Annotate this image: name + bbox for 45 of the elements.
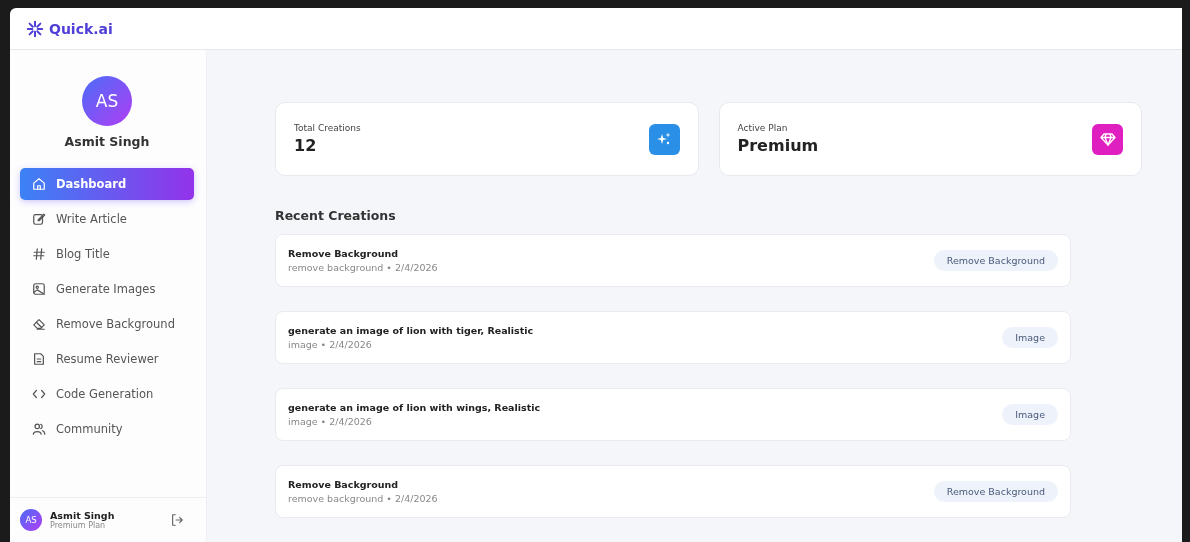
creation-meta: remove background • 2/4/2026 <box>288 493 438 504</box>
section-title: Recent Creations <box>275 208 397 223</box>
sidebar-item[interactable]: Generate Images <box>20 273 194 305</box>
creation-meta: image • 2/4/2026 <box>288 339 373 350</box>
document-icon <box>32 352 46 366</box>
creation-title: Remove Background <box>288 248 400 259</box>
stat-label: Total Creations <box>294 123 361 133</box>
creation-meta: remove background • 2/4/2026 <box>288 262 438 273</box>
type-tag: Remove Background <box>933 481 1058 502</box>
image-icon <box>32 282 46 296</box>
eraser-icon <box>32 317 46 331</box>
sidebar-item[interactable]: Resume Reviewer <box>20 343 194 375</box>
pencil-square-icon <box>32 212 46 226</box>
users-icon <box>32 422 46 436</box>
avatar: AS <box>82 76 132 126</box>
stat-value: 12 <box>294 136 318 155</box>
sidebar-item[interactable]: Code Generation <box>20 378 194 410</box>
sidebar-item[interactable]: Dashboard <box>20 168 194 200</box>
code-brackets-icon <box>32 387 46 401</box>
profile-name: Asmit Singh <box>64 134 150 149</box>
creation-card[interactable]: generate an image of lion with tiger, Realistic image • 2/4/2026 Image <box>275 311 1071 364</box>
brand-name[interactable]: Quick.ai <box>49 20 113 37</box>
creation-title: generate an image of lion with tiger, Realistic <box>288 325 534 336</box>
type-tag: Image <box>1002 404 1058 425</box>
sidebar-item[interactable]: Remove Background <box>20 308 194 340</box>
creation-title: generate an image of lion with wings, Realistic <box>288 402 541 413</box>
user-name: Asmit Singh <box>50 510 116 521</box>
avatar: AS <box>20 509 42 531</box>
sidebar-item[interactable]: Blog Title <box>20 238 194 270</box>
stat-value: Premium <box>737 136 819 155</box>
sidebar-item[interactable]: Write Article <box>20 203 194 235</box>
logout-icon[interactable] <box>170 513 184 527</box>
user-plan: Premium Plan <box>50 521 106 530</box>
creation-card[interactable]: Remove Background remove background • 2/4/2026 Remove Background <box>275 465 1071 518</box>
creation-card[interactable]: Remove Background remove background • 2/4/2026 Remove Background <box>275 234 1071 287</box>
type-tag: Image <box>1002 327 1058 348</box>
sparkle-logo-icon <box>26 19 44 38</box>
creation-card[interactable]: generate an image of lion with wings, Realistic image • 2/4/2026 Image <box>275 388 1071 441</box>
type-tag: Remove Background <box>933 250 1058 271</box>
hash-icon <box>32 247 46 261</box>
creation-title: Remove Background <box>288 479 400 490</box>
sidebar-item[interactable]: Community <box>20 413 194 445</box>
creation-meta: image • 2/4/2026 <box>288 416 373 427</box>
stat-label: Active Plan <box>737 123 789 133</box>
house-icon <box>32 177 46 191</box>
